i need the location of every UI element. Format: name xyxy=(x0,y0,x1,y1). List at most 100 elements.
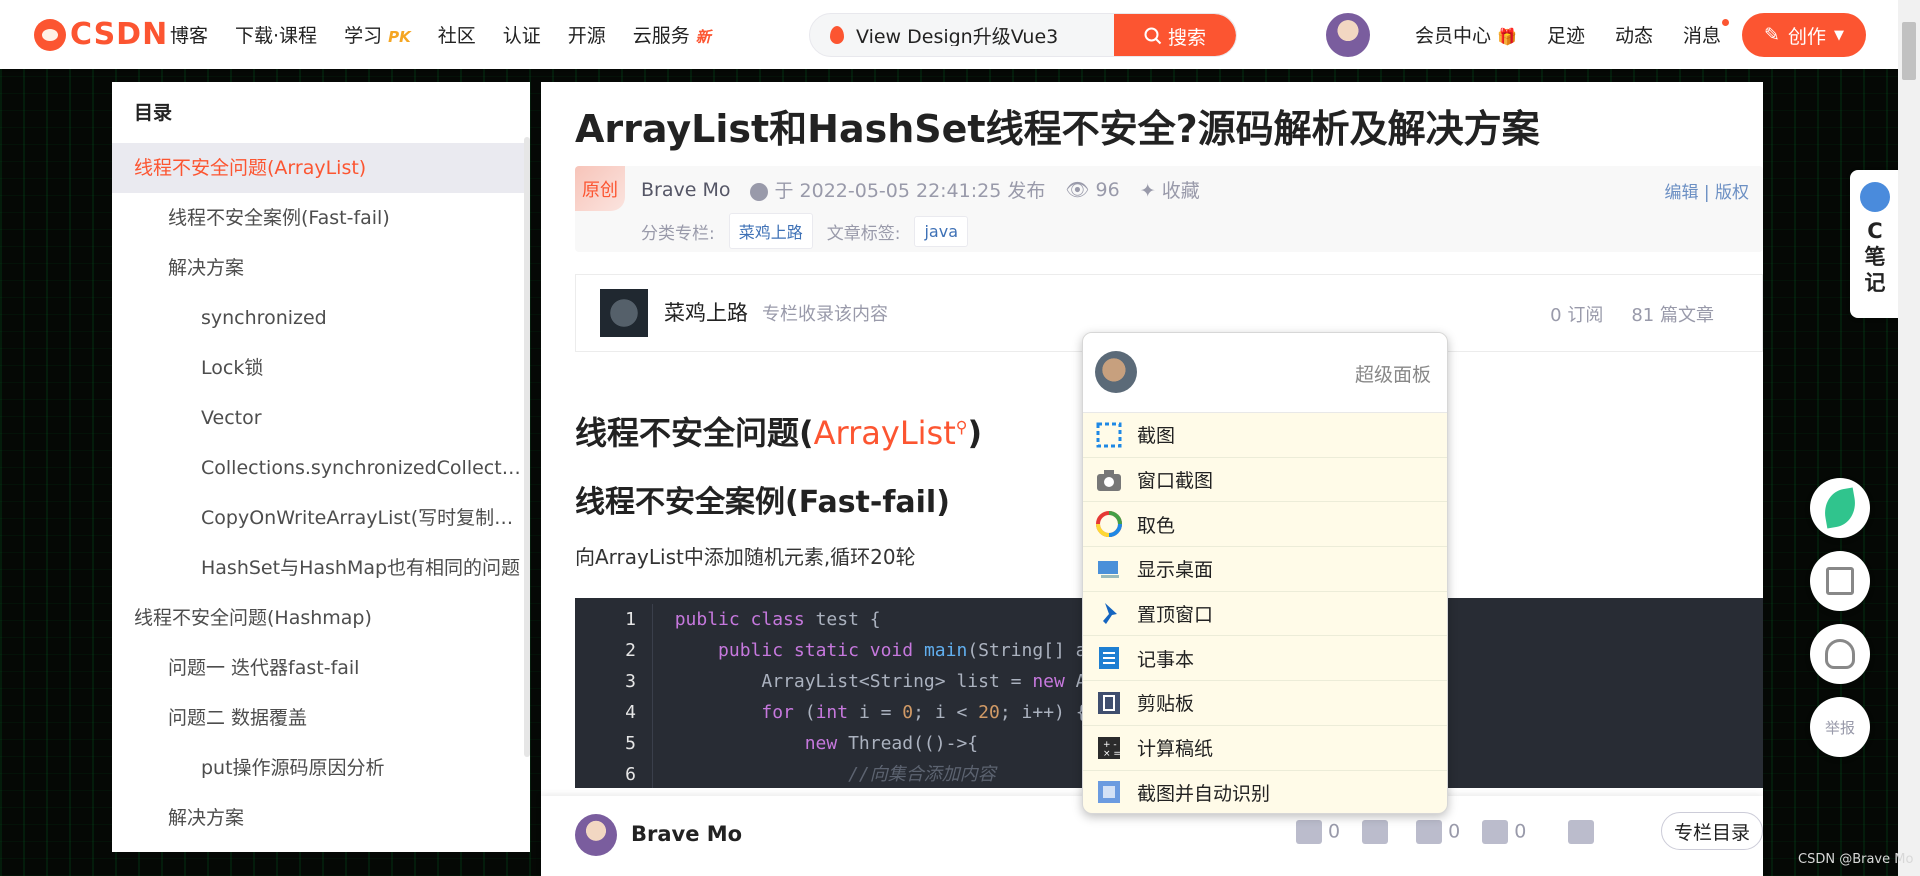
nav-item-cloud[interactable]: 云服务新 xyxy=(633,21,711,48)
vip-center-link[interactable]: 会员中心 🎁 xyxy=(1415,21,1517,48)
column-catalog-button[interactable]: 专栏目录 xyxy=(1661,812,1763,850)
page-scrollbar[interactable] xyxy=(1898,0,1920,876)
user-avatar[interactable] xyxy=(1326,13,1370,57)
comment-button[interactable]: 0 xyxy=(1416,820,1460,844)
activity-link[interactable]: 动态 xyxy=(1615,21,1653,48)
panel-item-label: 剪贴板 xyxy=(1137,693,1195,716)
nav-label: 学习 xyxy=(344,25,383,47)
column-article-count: 81 篇文章 xyxy=(1631,305,1714,326)
edit-float-button[interactable] xyxy=(1810,551,1870,611)
hot-fire-icon xyxy=(830,26,844,44)
panel-item-label: 计算稿纸 xyxy=(1137,738,1214,761)
c-notes-tab[interactable]: C 笔 记 xyxy=(1850,170,1900,318)
publish-date: 于 2022-05-05 22:41:25 发布 xyxy=(774,180,1046,202)
toc-item[interactable]: 解决方案 xyxy=(112,243,524,293)
edit-link[interactable]: 编辑 xyxy=(1664,183,1698,203)
create-button[interactable]: ✎ 创作 ▼ xyxy=(1742,13,1866,57)
nav-label: 云服务 xyxy=(632,25,690,47)
thumbs-down-icon xyxy=(1362,820,1389,844)
author-link[interactable]: Brave Mo xyxy=(641,179,730,201)
report-button[interactable]: 举报 xyxy=(1810,697,1870,757)
panel-item[interactable]: 取色 xyxy=(1083,502,1447,548)
toc-scrollbar[interactable] xyxy=(524,137,530,757)
panel-header: 超级面板 xyxy=(1083,333,1447,413)
publish-info: 于 2022-05-05 22:41:25 发布 xyxy=(750,176,1045,203)
search-mini-icon: ⚲ xyxy=(955,417,968,437)
toc-item[interactable]: 问题一 迭代器fast-fail xyxy=(112,643,524,693)
line-number: 4 xyxy=(575,697,653,728)
panel-item[interactable]: 置顶窗口 xyxy=(1083,592,1447,637)
tag-chip[interactable]: java xyxy=(914,215,969,247)
author-name[interactable]: Brave Mo xyxy=(631,822,742,846)
scrollbar-thumb[interactable] xyxy=(1902,22,1916,80)
panel-item[interactable]: 窗口截图 xyxy=(1083,458,1447,503)
logo-text: CSDN xyxy=(70,17,169,52)
copyright-link[interactable]: 版权 xyxy=(1715,183,1749,203)
collect-button[interactable]: ✦ 收藏 xyxy=(1140,176,1200,203)
panel-avatar[interactable] xyxy=(1095,351,1137,393)
search-icon xyxy=(1144,27,1162,45)
panel-item[interactable]: 显示桌面 xyxy=(1083,547,1447,592)
share-icon xyxy=(1568,820,1595,844)
chevron-down-icon: ▼ xyxy=(1833,27,1844,43)
toc-item[interactable]: CopyOnWriteArrayList(写时复制技术) xyxy=(112,493,524,543)
csdn-logo[interactable]: CSDN xyxy=(34,17,168,52)
panel-item[interactable]: + - × = 计算稿纸 xyxy=(1083,726,1447,771)
ai-assistant-button[interactable] xyxy=(1810,478,1870,538)
like-button[interactable]: 0 xyxy=(1296,820,1340,844)
toc-item[interactable]: Lock锁 xyxy=(112,343,524,393)
messages-link[interactable]: 消息 xyxy=(1683,19,1730,48)
toc-item[interactable]: 问题二 数据覆盖 xyxy=(112,693,524,743)
cnote-char: C xyxy=(1867,219,1883,243)
toc-item[interactable]: 解决方案 xyxy=(112,793,524,843)
clipboard-icon xyxy=(1095,689,1123,717)
nav-item-download[interactable]: 下载·课程 xyxy=(235,21,317,48)
panel-item-label: 窗口截图 xyxy=(1137,470,1214,493)
toc-item[interactable]: synchronized xyxy=(112,293,524,343)
nav-item-certify[interactable]: 认证 xyxy=(503,21,541,48)
panel-item[interactable]: 剪贴板 xyxy=(1083,681,1447,726)
gift-icon: 🎁 xyxy=(1497,27,1517,46)
star-button[interactable]: 0 xyxy=(1482,820,1526,844)
column-name[interactable]: 菜鸡上路 xyxy=(664,297,748,327)
author-avatar[interactable] xyxy=(575,814,617,856)
toc-item[interactable]: put操作源码原因分析 xyxy=(112,743,524,793)
watermark: CSDN @Brave Mo xyxy=(1798,852,1914,867)
panel-item-label: 取色 xyxy=(1137,514,1176,537)
panel-item[interactable]: 截图 xyxy=(1083,413,1447,458)
nav-label: 开源 xyxy=(567,25,606,47)
panel-item[interactable]: 记事本 xyxy=(1083,636,1447,682)
line-number: 1 xyxy=(575,604,653,635)
nav-item-learn[interactable]: 学习 PK xyxy=(344,21,411,48)
pen-icon: ✎ xyxy=(1764,24,1780,46)
search-input[interactable] xyxy=(856,24,1106,46)
super-panel-popup: 超级面板 截图窗口截图取色显示桌面置顶窗口记事本剪贴板 + - × = 计算稿纸 截图并… xyxy=(1082,332,1448,814)
panel-item-label: 置顶窗口 xyxy=(1137,604,1214,627)
toc-list: 线程不安全问题(ArrayList) 线程不安全案例(Fast-fail) 解决方案… xyxy=(112,143,530,843)
nav-item-blog[interactable]: 博客 xyxy=(170,21,208,48)
cnote-char: 记 xyxy=(1864,271,1886,295)
toc-item[interactable]: 线程不安全问题(Hashmap) xyxy=(112,593,524,643)
nav-item-opensource[interactable]: 开源 xyxy=(568,21,606,48)
column-stats: 0 订阅 81 篇文章 xyxy=(1550,301,1714,327)
nav-item-community[interactable]: 社区 xyxy=(438,21,476,48)
toc-item[interactable]: 线程不安全案例(Fast-fail) xyxy=(112,193,524,243)
panel-item-label: 截图 xyxy=(1137,425,1176,448)
category-chip[interactable]: 菜鸡上路 xyxy=(728,213,813,249)
toc-item[interactable]: HashSet与HashMap也有相同的问题 xyxy=(112,543,524,593)
share-button[interactable] xyxy=(1568,820,1600,844)
customer-service-button[interactable] xyxy=(1810,624,1870,684)
csdn-logo-icon xyxy=(34,18,66,51)
panel-item[interactable]: 截图并自动识别 xyxy=(1083,771,1447,814)
desktop-icon xyxy=(1095,555,1123,583)
toc-item[interactable]: Collections.synchronizedCollection xyxy=(112,443,524,493)
arraylist-search-link[interactable]: ArrayList xyxy=(814,414,956,452)
search-button[interactable]: 搜索 xyxy=(1114,14,1236,56)
dislike-button[interactable] xyxy=(1362,820,1394,844)
toc-item[interactable]: Vector xyxy=(112,393,524,443)
toc-item[interactable]: 线程不安全问题(ArrayList) xyxy=(112,143,524,193)
nav-label: 社区 xyxy=(437,25,476,47)
new-badge: 新 xyxy=(695,28,711,46)
footprint-link[interactable]: 足迹 xyxy=(1547,21,1585,48)
line-number: 6 xyxy=(575,759,653,788)
